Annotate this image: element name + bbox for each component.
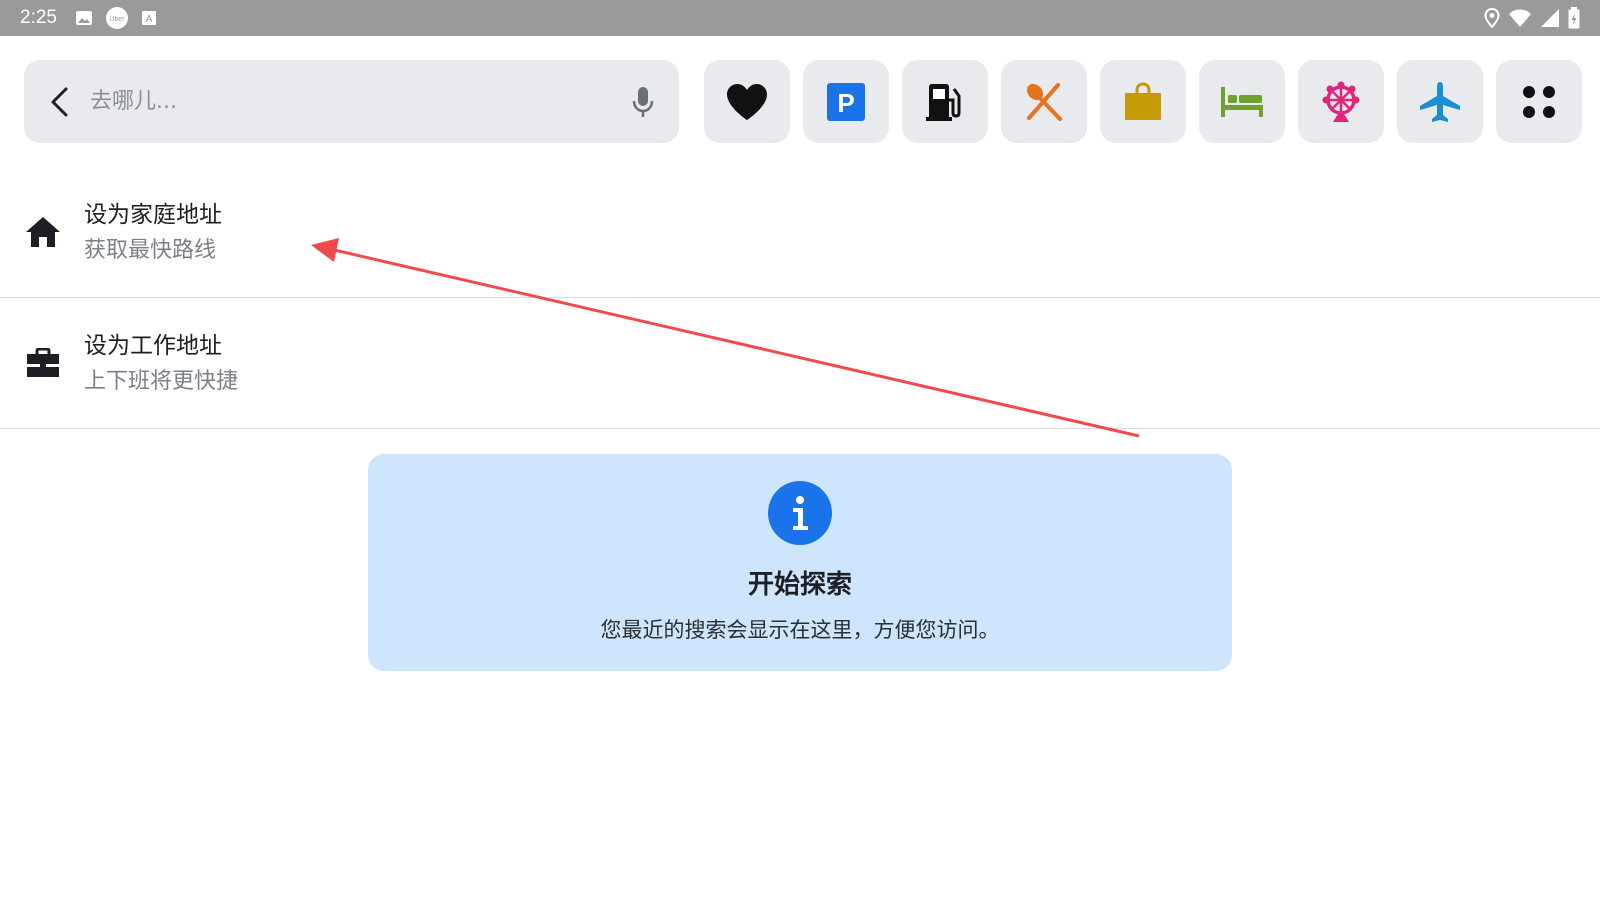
heart-icon [727,83,767,120]
attractions-button[interactable] [1298,60,1384,143]
keyboard-icon: A [141,11,156,25]
ferris-wheel-icon [1322,81,1360,122]
search-input[interactable] [90,71,613,132]
status-right-icons [1484,7,1580,29]
app-screen: 2:25 Uber A 去哪儿... P 设为家庭地址 获取最快路线 设为工作地… [0,0,1600,900]
work-title: 设为工作地址 [84,333,222,359]
battery-icon [1568,7,1580,29]
briefcase-icon [24,344,62,382]
shopping-button[interactable] [1100,60,1186,143]
status-bar: 2:25 Uber A [0,0,1600,36]
set-home-row[interactable]: 设为家庭地址 获取最快路线 [0,168,1600,298]
more-grid-icon [1523,85,1555,118]
work-subtitle: 上下班将更快捷 [84,369,239,394]
location-icon [1484,8,1500,28]
recent-searches-info-card: 开始探索 您最近的搜索会显示在这里，方便您访问。 [368,454,1232,671]
parking-button[interactable]: P [803,60,889,143]
home-subtitle: 获取最快路线 [84,238,217,263]
svg-text:P: P [837,88,854,118]
back-button[interactable] [30,60,90,143]
bed-icon [1221,86,1263,117]
chevron-left-icon [51,87,68,116]
status-left-icons: Uber A [75,6,157,30]
svg-text:A: A [146,14,153,25]
info-card-title: 开始探索 [747,570,852,600]
gas-station-button[interactable] [902,60,988,143]
shopping-bag-icon [1125,81,1161,120]
wifi-icon [1509,9,1531,27]
home-icon [24,213,62,251]
airport-button[interactable] [1397,60,1483,143]
search-bar [24,60,679,143]
favorites-button[interactable] [704,60,790,143]
more-categories-button[interactable] [1496,60,1582,143]
parking-icon: P [827,82,865,121]
svg-text:Uber: Uber [109,16,125,23]
fork-knife-icon [1026,82,1062,121]
restaurant-button[interactable] [1001,60,1087,143]
microphone-icon [632,86,654,117]
status-time: 2:25 [20,7,57,28]
info-card-text: 您最近的搜索会显示在这里，方便您访问。 [600,618,1000,642]
fuel-icon [926,83,961,121]
home-title: 设为家庭地址 [84,202,222,228]
signal-icon [1541,9,1559,27]
airplane-icon [1420,81,1460,122]
set-work-row[interactable]: 设为工作地址 上下班将更快捷 [0,299,1600,429]
info-icon [768,481,832,545]
image-icon [75,11,92,25]
uber-icon: Uber [105,7,128,29]
voice-search-button[interactable] [613,60,673,143]
hotel-button[interactable] [1199,60,1285,143]
